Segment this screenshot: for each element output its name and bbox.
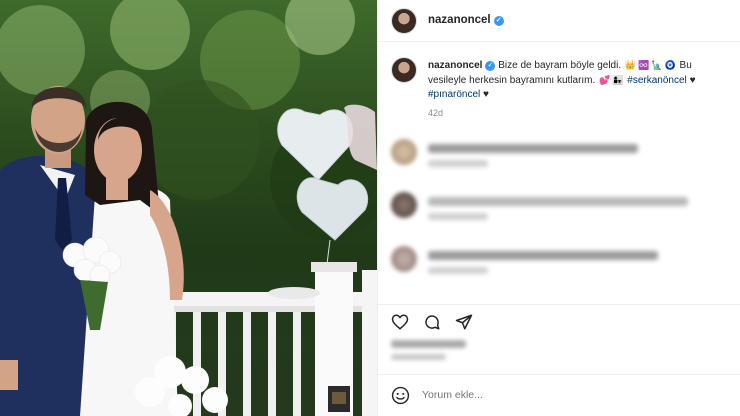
commenter-avatar[interactable] bbox=[391, 139, 417, 165]
comment-text-blurred bbox=[428, 197, 688, 206]
comment-meta-blurred bbox=[428, 267, 488, 274]
emoji-smile-icon[interactable] bbox=[391, 386, 410, 405]
hearts-emoji-icon: 💕 bbox=[599, 75, 611, 85]
comment-input[interactable] bbox=[422, 389, 682, 401]
comment-meta-blurred bbox=[428, 213, 488, 220]
share-icon[interactable] bbox=[455, 313, 473, 331]
crown-emoji-icon: 👑 bbox=[624, 60, 637, 70]
comment-icon[interactable] bbox=[423, 313, 441, 331]
comment-item bbox=[378, 139, 740, 179]
comment-item bbox=[378, 192, 740, 232]
post-date-blurred bbox=[391, 354, 446, 360]
heart-icon[interactable] bbox=[391, 313, 409, 331]
comment-item bbox=[378, 246, 740, 286]
post-header: nazanoncel ✓ bbox=[378, 0, 740, 42]
caption-heart-1: ♥ bbox=[689, 75, 696, 86]
add-comment-bar bbox=[378, 374, 740, 416]
photo-scene bbox=[0, 0, 377, 416]
infinity-emoji-icon: ♾️ bbox=[638, 60, 650, 70]
caption-heart-2: ♥ bbox=[483, 89, 489, 100]
post-panel: nazanoncel ✓ nazanoncel ✓ Bize de bayram b… bbox=[377, 0, 740, 416]
comment-text-blurred bbox=[428, 251, 658, 260]
hashtag-serkanoncel[interactable]: #serkanöncel bbox=[627, 75, 686, 86]
caption-author-name[interactable]: nazanoncel bbox=[428, 60, 482, 71]
caption-author-avatar[interactable] bbox=[391, 57, 417, 83]
post-photo bbox=[0, 0, 377, 416]
nazar-emoji-icon: 🧿 bbox=[664, 60, 676, 70]
comment-text-blurred bbox=[428, 144, 638, 153]
hashtag-pinaroncel[interactable]: #pınaröncel bbox=[428, 89, 480, 100]
family-emoji-icon: 👩‍👧 bbox=[612, 75, 624, 85]
caption-verified-badge-icon: ✓ bbox=[485, 61, 496, 71]
likes-count-blurred[interactable] bbox=[391, 340, 466, 348]
post-caption: nazanoncel ✓ Bize de bayram böyle geldi. … bbox=[428, 58, 728, 102]
post-actions bbox=[378, 304, 740, 334]
verified-badge-icon: ✓ bbox=[493, 16, 504, 26]
author-avatar[interactable] bbox=[391, 8, 417, 34]
author-username-text[interactable]: nazanoncel bbox=[428, 14, 491, 26]
commenter-avatar[interactable] bbox=[391, 192, 417, 218]
author-username[interactable]: nazanoncel ✓ bbox=[428, 14, 504, 26]
commenter-avatar[interactable] bbox=[391, 246, 417, 272]
post-time-ago[interactable]: 42d bbox=[428, 108, 443, 118]
statue-emoji-icon: 🗽 bbox=[651, 60, 663, 70]
caption-text-1: Bize de bayram böyle geldi. bbox=[498, 60, 622, 71]
comment-meta-blurred bbox=[428, 160, 488, 167]
